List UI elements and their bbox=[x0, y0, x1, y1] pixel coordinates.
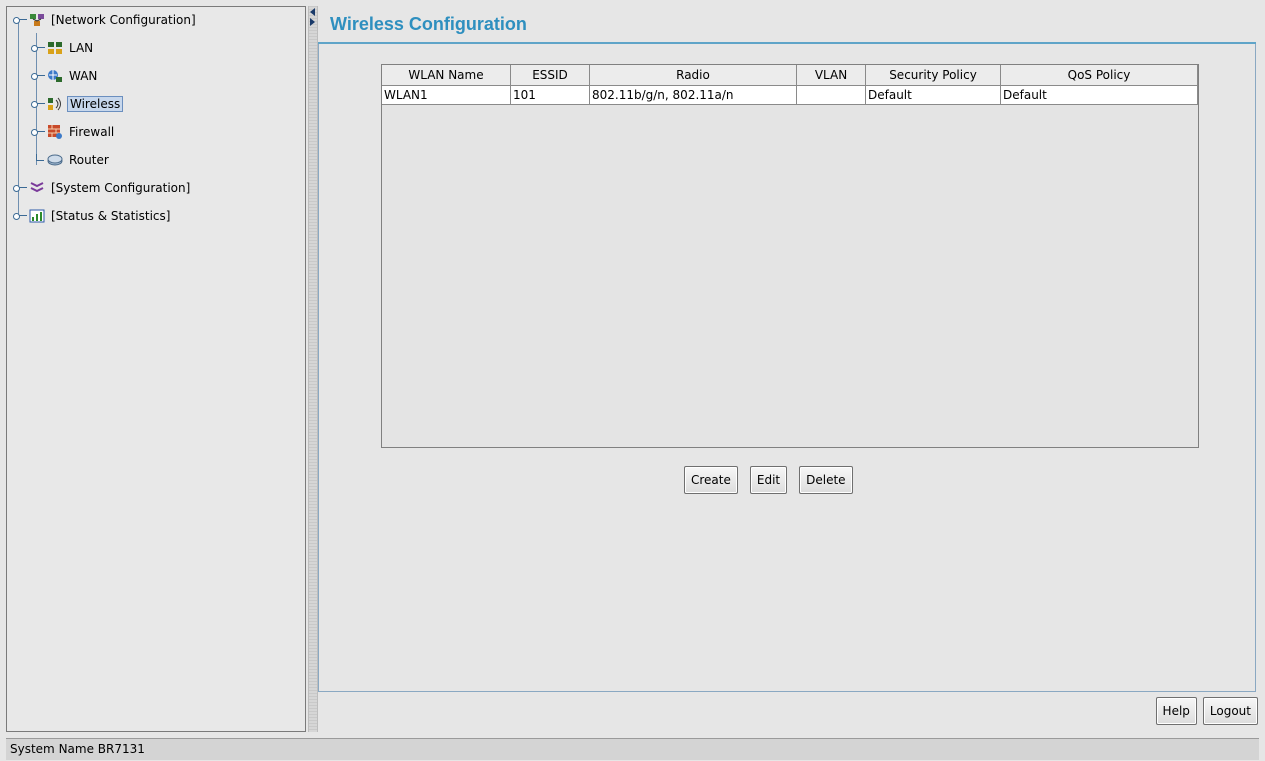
panel-splitter[interactable] bbox=[308, 6, 318, 732]
expand-right-icon[interactable] bbox=[310, 18, 315, 26]
content-area: WLAN Name ESSID Radio VLAN Security Poli… bbox=[318, 44, 1256, 692]
expander-icon[interactable] bbox=[31, 70, 45, 82]
help-button[interactable]: Help bbox=[1155, 697, 1197, 725]
footer-actions: Help Logout bbox=[1155, 697, 1258, 725]
expander-icon[interactable] bbox=[31, 126, 45, 138]
cell-vlan bbox=[796, 85, 866, 105]
column-header-qos-policy[interactable]: QoS Policy bbox=[1000, 65, 1198, 86]
firewall-icon bbox=[47, 124, 63, 140]
delete-button[interactable]: Delete bbox=[799, 466, 853, 494]
tree-label: LAN bbox=[69, 41, 94, 55]
table-header-row: WLAN Name ESSID Radio VLAN Security Poli… bbox=[382, 65, 1198, 86]
create-button[interactable]: Create bbox=[684, 466, 738, 494]
column-header-vlan[interactable]: VLAN bbox=[796, 65, 866, 86]
navigation-tree: [Network Configuration] LAN WAN Wireless… bbox=[6, 6, 306, 732]
main-panel: Wireless Configuration WLAN Name ESSID R… bbox=[318, 6, 1258, 732]
tree-label: [Status & Statistics] bbox=[51, 209, 171, 223]
tree-item-network-configuration[interactable]: [Network Configuration] bbox=[13, 9, 198, 31]
table-actions: Create Edit Delete bbox=[684, 466, 853, 494]
tree-item-firewall[interactable]: Firewall bbox=[31, 121, 116, 143]
expander-icon[interactable] bbox=[13, 14, 27, 26]
tree-item-lan[interactable]: LAN bbox=[31, 37, 95, 59]
expander-icon[interactable] bbox=[31, 42, 45, 54]
collapse-left-icon[interactable] bbox=[310, 8, 315, 16]
tree-label: Firewall bbox=[69, 125, 115, 139]
expander-icon[interactable] bbox=[13, 182, 27, 194]
cell-qos-policy: Default bbox=[1000, 85, 1198, 105]
router-icon bbox=[47, 152, 63, 168]
tree-label: Router bbox=[69, 153, 109, 167]
logout-button[interactable]: Logout bbox=[1202, 697, 1258, 725]
tree-label: Wireless bbox=[67, 96, 124, 112]
tree-item-system-configuration[interactable]: [System Configuration] bbox=[13, 177, 192, 199]
page-title: Wireless Configuration bbox=[330, 14, 527, 34]
column-header-radio[interactable]: Radio bbox=[589, 65, 797, 86]
cell-essid: 101 bbox=[510, 85, 590, 105]
cell-security-policy: Default bbox=[865, 85, 1001, 105]
tree-label: [Network Configuration] bbox=[51, 13, 196, 27]
wan-icon bbox=[47, 68, 63, 84]
lan-icon bbox=[47, 40, 63, 56]
tree-item-router[interactable]: Router bbox=[31, 149, 111, 171]
tree-item-status-statistics[interactable]: [Status & Statistics] bbox=[13, 205, 172, 227]
expander-icon[interactable] bbox=[13, 210, 27, 222]
cell-radio: 802.11b/g/n, 802.11a/n bbox=[589, 85, 797, 105]
tree-item-wan[interactable]: WAN bbox=[31, 65, 99, 87]
column-header-security-policy[interactable]: Security Policy bbox=[865, 65, 1001, 86]
tree-label: [System Configuration] bbox=[51, 181, 191, 195]
wlan-table: WLAN Name ESSID Radio VLAN Security Poli… bbox=[381, 64, 1199, 448]
column-header-essid[interactable]: ESSID bbox=[510, 65, 590, 86]
system-name-text: System Name BR7131 bbox=[10, 742, 145, 756]
tree-item-wireless[interactable]: Wireless bbox=[31, 93, 124, 115]
edit-button[interactable]: Edit bbox=[749, 466, 788, 494]
network-config-icon bbox=[29, 12, 45, 28]
status-bar: System Name BR7131 bbox=[6, 738, 1259, 760]
tree-label: WAN bbox=[69, 69, 98, 83]
column-header-wlan-name[interactable]: WLAN Name bbox=[382, 65, 511, 86]
cell-wlan-name: WLAN1 bbox=[382, 85, 511, 105]
wireless-icon bbox=[47, 96, 63, 112]
expander-icon[interactable] bbox=[31, 98, 45, 110]
status-stats-icon bbox=[29, 208, 45, 224]
system-config-icon bbox=[29, 180, 45, 196]
table-row[interactable]: WLAN1 101 802.11b/g/n, 802.11a/n Default… bbox=[382, 85, 1198, 105]
